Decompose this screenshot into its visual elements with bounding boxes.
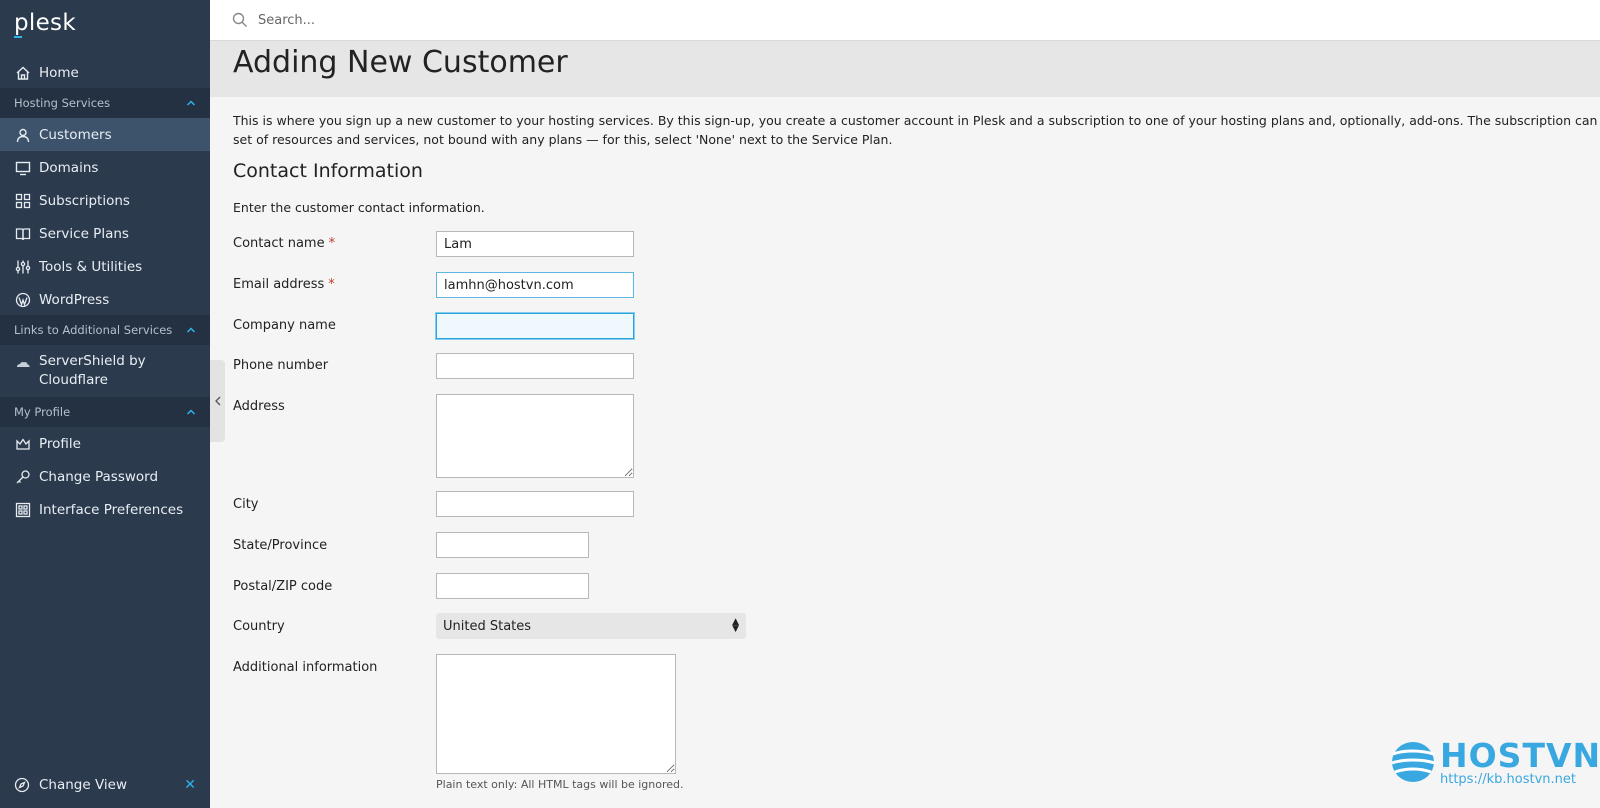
page-title: Adding New Customer — [233, 45, 568, 80]
change-view-label: Change View — [39, 777, 128, 793]
servershield-line-1: ServerShield by — [39, 353, 146, 369]
sidebar-item-service-plans[interactable]: Service Plans — [0, 217, 210, 250]
sidebar-item-change-password[interactable]: Change Password — [0, 460, 210, 493]
email-address-input[interactable] — [436, 272, 634, 298]
sidebar-collapse-handle[interactable] — [210, 360, 225, 442]
address-label: Address — [233, 399, 285, 414]
plesk-logo[interactable]: plesk — [14, 10, 84, 44]
section-label: My Profile — [14, 405, 71, 419]
sidebar-item-subscriptions[interactable]: Subscriptions — [0, 184, 210, 217]
sidebar-item-wordpress[interactable]: WordPress — [0, 283, 210, 316]
sidebar-item-label: WordPress — [39, 291, 110, 308]
layout-icon — [14, 501, 31, 518]
key-icon — [14, 468, 31, 485]
search-icon — [232, 12, 247, 27]
sidebar-item-label: Domains — [39, 159, 99, 176]
address-textarea[interactable] — [436, 394, 634, 478]
sidebar-item-label: Subscriptions — [39, 192, 130, 209]
state-province-label: State/Province — [233, 538, 328, 553]
sidebar-item-label: Home — [39, 64, 79, 81]
contact-section-title: Contact Information — [233, 160, 423, 182]
sidebar-item-label: Tools & Utilities — [39, 258, 143, 275]
sidebar-item-home[interactable]: Home — [0, 56, 210, 89]
additional-information-label: Additional information — [233, 660, 378, 675]
chevron-up-icon — [186, 100, 196, 106]
section-additional-services[interactable]: Links to Additional Services — [0, 315, 210, 345]
section-hosting-services[interactable]: Hosting Services — [0, 88, 210, 118]
postal-zip-input[interactable] — [436, 573, 589, 599]
hostvn-logo-icon — [1391, 742, 1436, 782]
sidebar-item-interface-preferences[interactable]: Interface Preferences — [0, 493, 210, 526]
company-name-label: Company name — [233, 318, 336, 333]
sidebar-item-servershield[interactable]: ServerShield by Cloudflare — [0, 345, 210, 397]
sidebar-item-customers[interactable]: Customers — [0, 118, 210, 151]
email-address-label: Email address * — [233, 277, 335, 292]
close-icon[interactable]: ✕ — [184, 777, 196, 793]
country-label: Country — [233, 619, 285, 634]
sidebar-item-label: Change Password — [39, 468, 159, 485]
hostvn-brand-url: https://kb.hostvn.net — [1440, 772, 1576, 787]
phone-number-input[interactable] — [436, 353, 634, 379]
chevron-up-icon — [186, 327, 196, 333]
wordpress-icon — [14, 291, 31, 308]
grid-icon — [14, 192, 31, 209]
intro-line-1: This is where you sign up a new customer… — [233, 113, 1600, 128]
sidebar: plesk Home Hosting Services Customers Do… — [0, 0, 210, 808]
hostvn-brand-name: HOSTVN — [1440, 736, 1600, 775]
sidebar-item-profile[interactable]: Profile — [0, 427, 210, 460]
cloud-icon — [14, 354, 31, 371]
user-icon — [14, 126, 31, 143]
change-view-button[interactable]: Change View ✕ — [0, 770, 210, 800]
label-text: Email address — [233, 277, 325, 292]
postal-zip-label: Postal/ZIP code — [233, 579, 333, 594]
monitor-icon — [14, 159, 31, 176]
sidebar-item-label: ServerShield by Cloudflare — [39, 352, 146, 390]
servershield-line-2: Cloudflare — [39, 372, 108, 388]
compass-icon — [14, 777, 31, 794]
sidebar-item-tools[interactable]: Tools & Utilities — [0, 250, 210, 283]
company-name-input[interactable] — [436, 313, 634, 339]
chevron-up-icon — [186, 409, 196, 415]
home-icon — [14, 64, 31, 81]
book-icon — [14, 225, 31, 242]
logo-accent — [14, 36, 22, 38]
state-province-input[interactable] — [436, 532, 589, 558]
section-label: Links to Additional Services — [14, 323, 173, 337]
phone-number-label: Phone number — [233, 358, 329, 373]
additional-information-textarea[interactable] — [436, 654, 676, 774]
page-header: Adding New Customer — [210, 41, 1600, 97]
chevron-left-icon — [214, 396, 220, 406]
sidebar-item-domains[interactable]: Domains — [0, 151, 210, 184]
sidebar-item-label: Service Plans — [39, 225, 129, 242]
search-input[interactable] — [256, 11, 760, 29]
top-search-bar — [210, 0, 1600, 41]
contact-name-input[interactable] — [436, 231, 634, 257]
crown-icon — [14, 435, 31, 452]
required-mark: * — [328, 277, 335, 292]
select-arrows-icon: ▲ ▼ — [732, 617, 739, 634]
required-mark: * — [328, 236, 336, 251]
sliders-icon — [14, 258, 31, 275]
city-label: City — [233, 497, 259, 512]
additional-information-hint: Plain text only: All HTML tags will be i… — [436, 778, 684, 791]
intro-text: This is where you sign up a new customer… — [233, 111, 1600, 149]
plesk-logo-text: plesk — [14, 10, 76, 36]
section-label: Hosting Services — [14, 96, 111, 110]
contact-section-description: Enter the customer contact information. — [233, 200, 485, 215]
country-selected-value: United States — [443, 618, 532, 634]
contact-name-label: Contact name * — [233, 236, 335, 251]
sidebar-item-label: Interface Preferences — [39, 501, 184, 518]
hostvn-watermark: HOSTVN https://kb.hostvn.net — [1390, 736, 1600, 790]
section-my-profile[interactable]: My Profile — [0, 397, 210, 427]
intro-line-2: set of resources and services, not bound… — [233, 132, 893, 147]
sidebar-item-label: Customers — [39, 126, 112, 143]
country-select[interactable]: United States ▲ ▼ — [436, 613, 746, 639]
city-input[interactable] — [436, 491, 634, 517]
label-text: Contact name — [233, 236, 325, 251]
sidebar-item-label: Profile — [39, 435, 81, 452]
